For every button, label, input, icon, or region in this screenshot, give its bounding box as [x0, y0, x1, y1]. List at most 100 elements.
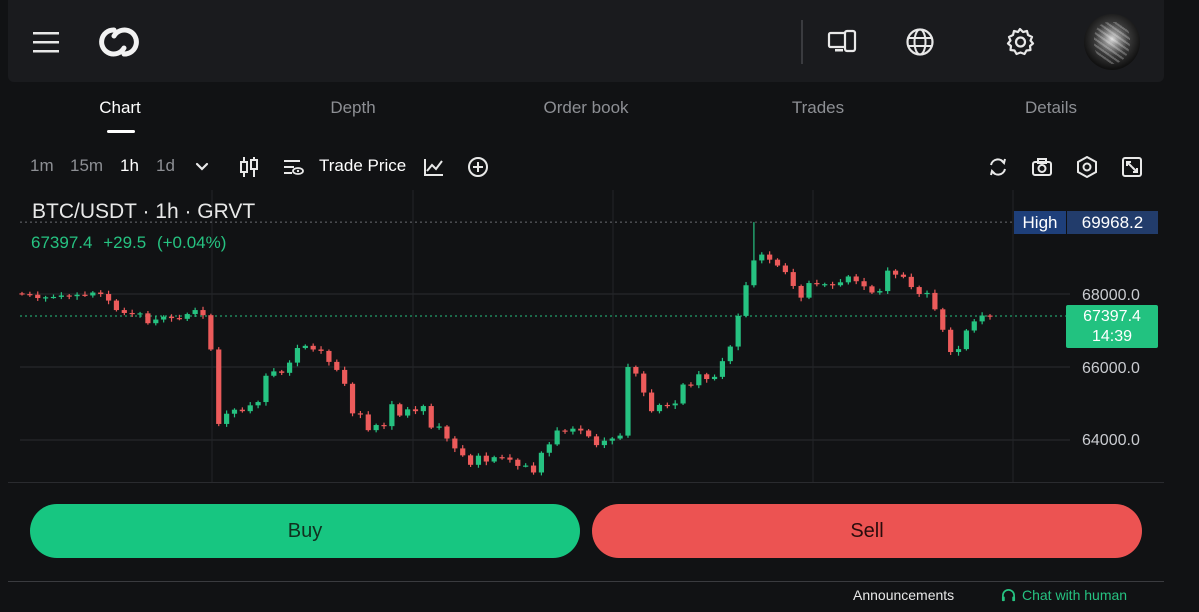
candle-body — [900, 274, 907, 277]
fullscreen-icon[interactable] — [1120, 155, 1144, 179]
candle-body — [365, 414, 371, 431]
candle-body — [822, 284, 828, 286]
candle-body — [932, 292, 938, 310]
candle-body — [609, 438, 615, 441]
candle-body — [641, 373, 647, 393]
candle-body — [696, 374, 702, 386]
candle-body — [412, 409, 419, 412]
candle-body — [743, 285, 749, 316]
tab-details[interactable]: Details — [1025, 92, 1077, 132]
candle-body — [664, 404, 670, 407]
candle-body — [499, 457, 505, 459]
chart-settings-icon[interactable] — [1075, 155, 1099, 179]
candle-body — [861, 281, 867, 287]
candle-body — [570, 428, 576, 432]
current-price-value: 67397.4 — [1083, 308, 1141, 325]
devices-icon[interactable] — [826, 27, 858, 57]
candle-body — [704, 374, 710, 380]
candle-body — [767, 254, 773, 260]
buy-button[interactable]: Buy — [30, 504, 580, 558]
candle-body — [420, 406, 426, 412]
timeframe-1m[interactable]: 1m — [30, 156, 54, 176]
tab-trades[interactable]: Trades — [792, 92, 844, 132]
candle-body — [43, 297, 49, 299]
gear-icon[interactable] — [1004, 26, 1036, 58]
candle-body — [98, 292, 104, 294]
axis-label-68000: 68000.0 — [1082, 287, 1140, 304]
candle-body — [625, 367, 631, 436]
candle-body — [948, 329, 954, 353]
candle-body — [90, 292, 96, 296]
chat-with-human-link[interactable]: Chat with human — [1001, 587, 1127, 603]
candle-body — [397, 404, 403, 416]
last-price: 67397.4 — [31, 233, 93, 252]
sell-button[interactable]: Sell — [592, 504, 1142, 558]
candle-body — [50, 296, 57, 299]
hamburger-menu-icon[interactable] — [31, 28, 61, 56]
candle-body — [672, 403, 678, 406]
refresh-icon[interactable] — [986, 155, 1010, 179]
axis-label-66000: 66000.0 — [1082, 360, 1140, 377]
candle-body — [216, 349, 222, 424]
add-icon[interactable] — [466, 155, 490, 179]
announcements-link[interactable]: Announcements — [853, 587, 954, 603]
tab-bar: Chart Depth Order book Trades Details — [0, 92, 1165, 132]
candle-body — [530, 465, 537, 473]
tab-depth[interactable]: Depth — [330, 92, 375, 132]
candle-body — [460, 448, 466, 456]
candle-body — [161, 316, 167, 320]
candle-body — [491, 457, 497, 462]
chevron-down-icon[interactable] — [193, 158, 211, 176]
high-label: High — [1014, 211, 1066, 234]
timeframe-15m[interactable]: 15m — [70, 156, 103, 176]
candle-body — [987, 315, 993, 317]
app-logo-icon[interactable] — [96, 25, 142, 59]
candle-body — [578, 428, 584, 431]
candle-body — [389, 404, 395, 427]
camera-icon[interactable] — [1030, 155, 1054, 179]
header-divider — [801, 20, 803, 64]
candle-body — [546, 444, 552, 453]
candle-body — [334, 361, 340, 370]
candle-body — [727, 346, 733, 362]
candle-body — [19, 293, 25, 295]
user-avatar[interactable] — [1084, 14, 1140, 70]
candle-body — [688, 384, 694, 386]
candle-body — [538, 452, 545, 473]
candle-body — [247, 405, 253, 412]
chart-toolbar: 1m 15m 1h 1d Trade Price — [0, 150, 1165, 184]
candle-body — [373, 425, 379, 431]
candle-body — [436, 426, 442, 428]
indicator-settings-icon[interactable] — [281, 156, 305, 178]
candle-body — [845, 276, 851, 283]
top-bar — [8, 0, 1164, 82]
timeframe-1h[interactable]: 1h — [120, 156, 139, 176]
candle-body — [105, 294, 112, 301]
candle-body — [467, 455, 474, 465]
candle-body — [279, 371, 285, 373]
indicators-icon[interactable] — [422, 156, 446, 178]
candle-body — [66, 295, 72, 297]
candle-body — [680, 384, 686, 404]
candle-body — [145, 313, 151, 324]
candle-body — [452, 438, 458, 449]
candle-body — [790, 272, 796, 286]
tab-order-book[interactable]: Order book — [543, 92, 628, 132]
sell-label: Sell — [850, 519, 884, 542]
tab-chart[interactable]: Chart — [99, 92, 141, 132]
candle-body — [302, 345, 308, 349]
candlestick-type-icon[interactable] — [238, 155, 260, 179]
candle-body — [806, 283, 812, 298]
globe-icon[interactable] — [904, 26, 936, 58]
chat-label: Chat with human — [1022, 587, 1128, 603]
candle-body — [286, 362, 293, 373]
candle-body — [798, 285, 804, 298]
candle-body — [255, 402, 261, 406]
candle-body — [523, 465, 529, 467]
candle-body — [656, 404, 663, 412]
timeframe-1d[interactable]: 1d — [156, 156, 175, 176]
candle-body — [381, 425, 387, 427]
candle-body — [200, 310, 206, 316]
trade-price-selector[interactable]: Trade Price — [319, 156, 406, 176]
candle-body — [310, 345, 316, 350]
